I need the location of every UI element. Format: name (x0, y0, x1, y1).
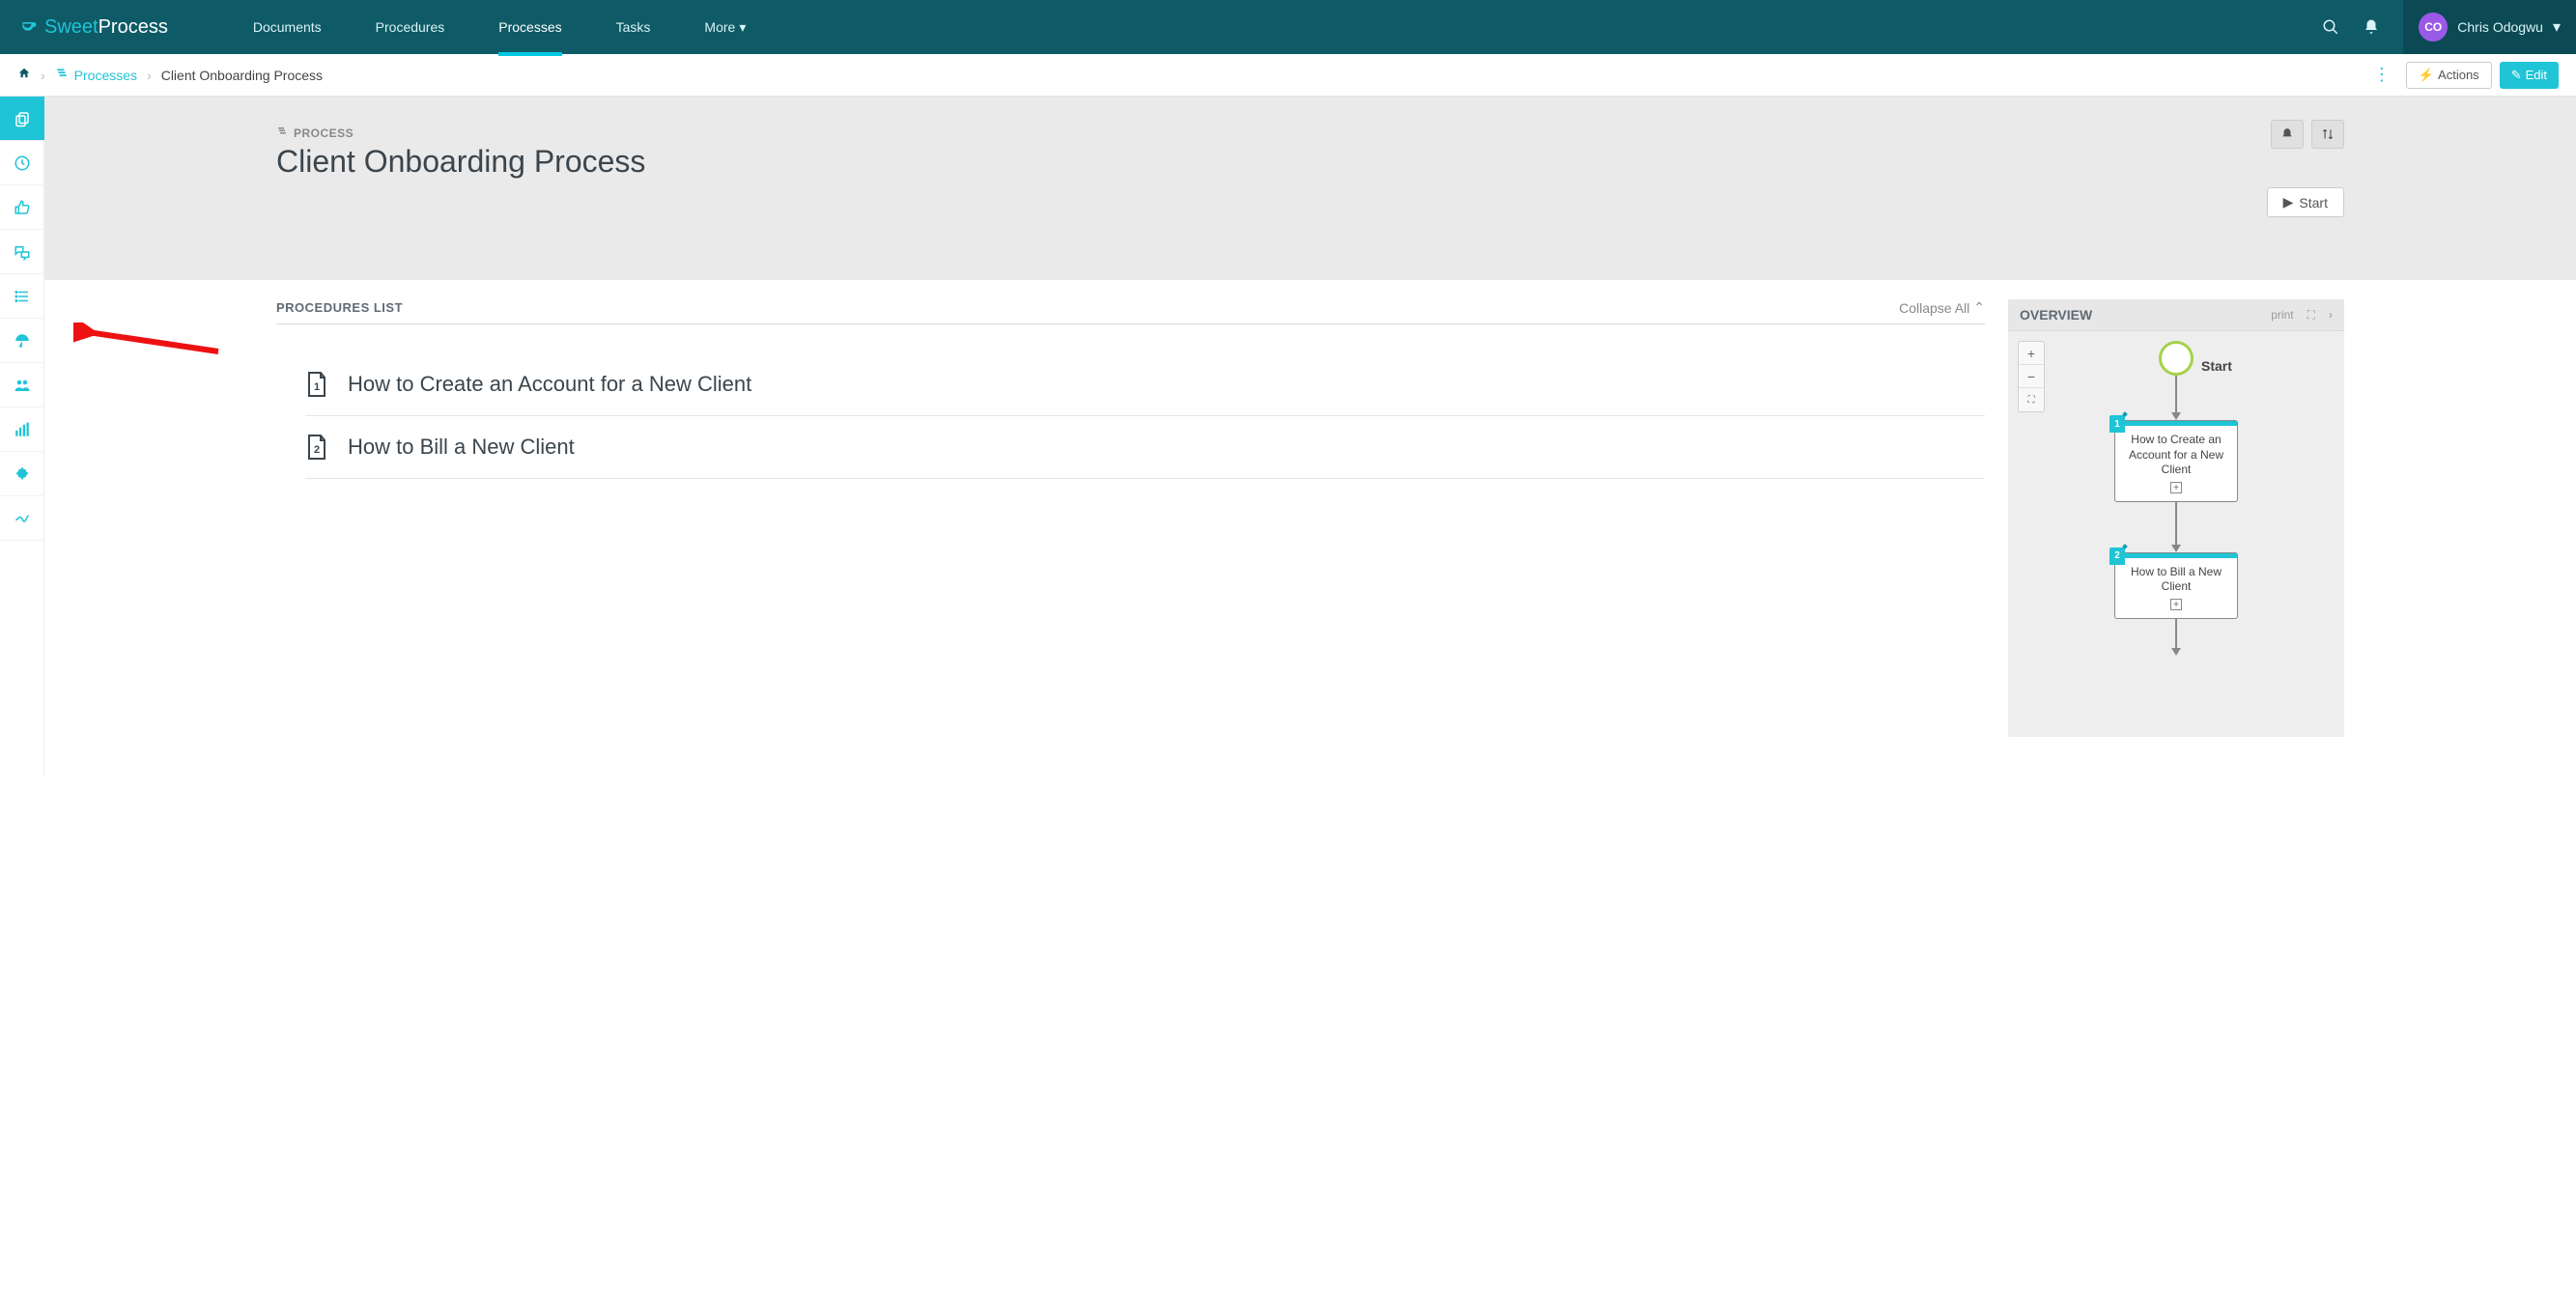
svg-text:2: 2 (314, 444, 320, 456)
left-icon-bar (0, 97, 44, 775)
procedure-item[interactable]: 2 How to Bill a New Client (305, 416, 1985, 479)
procedures-list: PROCEDURES LIST Collapse All⌃ 1 How to C… (276, 299, 1985, 737)
breadcrumb-bar: › Processes › Client Onboarding Process … (0, 54, 2576, 97)
user-name: Chris Odogwu (2457, 19, 2543, 35)
content-row: PROCEDURES LIST Collapse All⌃ 1 How to C… (44, 280, 2576, 775)
step-number: 1 (2109, 415, 2125, 433)
sidebar-copy-icon[interactable] (0, 97, 44, 141)
flow-step[interactable]: 2 How to Bill a New Client + (2114, 552, 2238, 619)
more-menu-icon[interactable]: ⋮ (2365, 65, 2398, 85)
nav-documents[interactable]: Documents (226, 0, 349, 54)
step-number: 2 (2109, 548, 2125, 565)
top-nav: SweetProcess Documents Procedures Proces… (0, 0, 2576, 54)
nav-more[interactable]: More▾ (677, 0, 773, 54)
page-header: PROCESS Client Onboarding Process ▶Start (44, 97, 2576, 280)
home-icon[interactable] (17, 67, 31, 83)
overview-panel: OVERVIEW print ⛶ › + − ⛶ (2008, 299, 2344, 737)
expand-step-icon[interactable]: + (2170, 599, 2182, 610)
header-buttons (2271, 120, 2344, 149)
step-text: How to Bill a New Client (2121, 565, 2231, 595)
sidebar-badge-icon[interactable] (0, 452, 44, 496)
search-icon[interactable] (2322, 18, 2339, 36)
logo-process: Process (99, 16, 168, 39)
procedure-title: How to Bill a New Client (348, 435, 575, 460)
flow-connector (2175, 376, 2177, 412)
chevron-down-icon: ▾ (739, 19, 746, 36)
breadcrumb-sep: › (41, 68, 45, 83)
play-icon: ▶ (2283, 194, 2294, 211)
procedure-title: How to Create an Account for a New Clien… (348, 372, 751, 397)
sidebar-team-icon[interactable] (0, 363, 44, 407)
nav-items: Documents Procedures Processes Tasks Mor… (226, 0, 774, 54)
main-area: PROCESS Client Onboarding Process ▶Start… (44, 97, 2576, 775)
nav-procedures[interactable]: Procedures (349, 0, 472, 54)
edit-icon: ✎ (2511, 68, 2522, 83)
nav-tasks[interactable]: Tasks (589, 0, 678, 54)
process-type-label: PROCESS (276, 126, 2344, 140)
logo-sweet: Sweet (44, 16, 99, 39)
sidebar-trend-icon[interactable] (0, 496, 44, 541)
arrow-down-icon (2171, 648, 2181, 656)
topnav-right: CO Chris Odogwu ▾ (2322, 0, 2557, 54)
expand-step-icon[interactable]: + (2170, 482, 2182, 493)
notify-button[interactable] (2271, 120, 2304, 149)
collapse-all-button[interactable]: Collapse All⌃ (1899, 299, 1985, 316)
chevron-up-icon: ⌃ (1973, 299, 1985, 316)
expand-icon[interactable]: ⛶ (2307, 308, 2315, 323)
sidebar-thumbsup-icon[interactable] (0, 185, 44, 230)
start-button[interactable]: ▶Start (2267, 187, 2344, 217)
logo[interactable]: SweetProcess (19, 16, 168, 39)
overview-label: OVERVIEW (2020, 307, 2092, 323)
bolt-icon: ⚡ (2419, 68, 2434, 83)
breadcrumb-sep: › (147, 68, 152, 83)
procedures-list-header: PROCEDURES LIST Collapse All⌃ (276, 299, 1985, 324)
flow-connector (2175, 619, 2177, 648)
start-node[interactable] (2159, 341, 2194, 376)
step-text: How to Create an Account for a New Clien… (2121, 433, 2231, 478)
breadcrumb-right: ⋮ ⚡Actions ✎Edit (2365, 62, 2559, 89)
user-menu[interactable]: CO Chris Odogwu ▾ (2403, 0, 2576, 54)
breadcrumb-current: Client Onboarding Process (161, 68, 323, 83)
edit-button[interactable]: ✎Edit (2500, 62, 2559, 89)
document-icon: 1 (305, 371, 328, 398)
flow-step[interactable]: 1 How to Create an Account for a New Cli… (2114, 420, 2238, 502)
cup-icon (19, 17, 39, 37)
document-icon: 2 (305, 434, 328, 461)
actions-button[interactable]: ⚡Actions (2406, 62, 2492, 89)
avatar: CO (2419, 13, 2448, 42)
sidebar-chart-icon[interactable] (0, 407, 44, 452)
nav-processes[interactable]: Processes (471, 0, 588, 54)
sort-button[interactable] (2311, 120, 2344, 149)
sidebar-chat-icon[interactable] (0, 230, 44, 274)
overview-canvas[interactable]: + − ⛶ Start 1 How (2008, 331, 2344, 737)
procedure-item[interactable]: 1 How to Create an Account for a New Cli… (305, 353, 1985, 416)
chevron-down-icon: ▾ (2553, 17, 2561, 37)
arrow-down-icon (2171, 545, 2181, 552)
flow-connector (2175, 502, 2177, 545)
stack-icon (276, 126, 288, 140)
start-node-label: Start (2201, 358, 2232, 374)
sidebar-umbrella-icon[interactable] (0, 319, 44, 363)
print-button[interactable]: print (2271, 308, 2293, 322)
overview-header: OVERVIEW print ⛶ › (2008, 299, 2344, 331)
page-title: Client Onboarding Process (276, 144, 2344, 180)
procedures-list-label: PROCEDURES LIST (276, 300, 403, 315)
sidebar-clock-icon[interactable] (0, 141, 44, 185)
chevron-right-icon[interactable]: › (2329, 308, 2333, 322)
flow-diagram: Start 1 How to Create an Account for a N… (2008, 341, 2344, 656)
arrow-down-icon (2171, 412, 2181, 420)
breadcrumb-link[interactable]: Processes (74, 68, 137, 83)
sidebar-list-icon[interactable] (0, 274, 44, 319)
bell-icon[interactable] (2363, 18, 2380, 36)
svg-text:1: 1 (314, 381, 320, 393)
stack-icon (55, 67, 69, 83)
